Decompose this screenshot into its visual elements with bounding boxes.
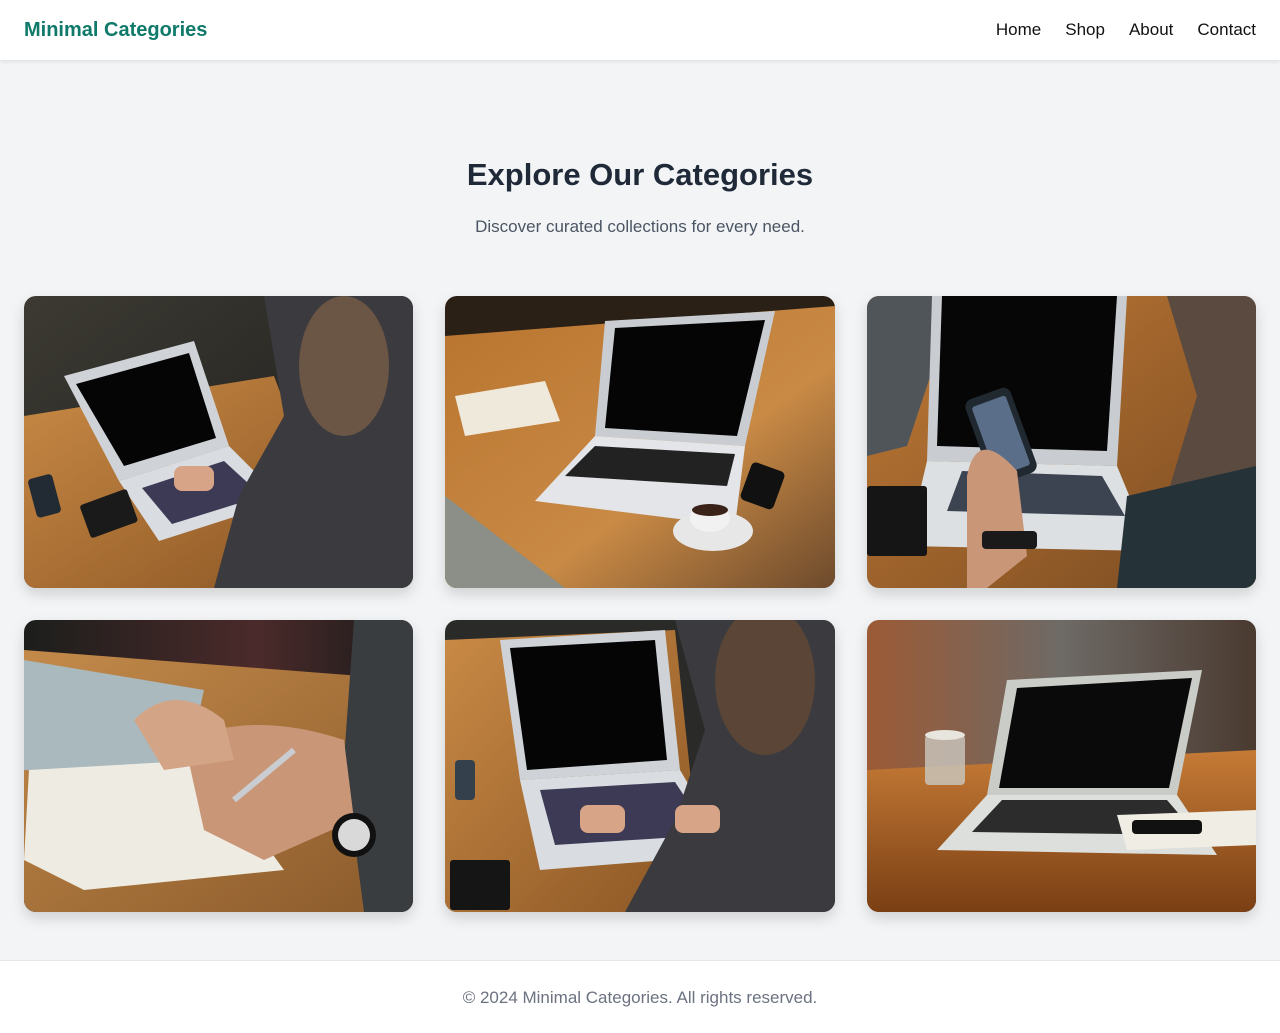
site-header: Minimal Categories Home Shop About Conta… <box>0 0 1280 60</box>
category-card-4[interactable] <box>24 620 413 912</box>
category-card-3[interactable] <box>867 296 1256 588</box>
category-card-5[interactable] <box>445 620 835 912</box>
category-image-5 <box>445 620 835 912</box>
nav-home[interactable]: Home <box>996 20 1041 40</box>
page-subtitle: Discover curated collections for every n… <box>475 217 805 236</box>
category-image-3 <box>867 296 1256 588</box>
category-image-6 <box>867 620 1256 912</box>
category-image-2 <box>445 296 835 588</box>
category-card-1[interactable] <box>24 296 413 588</box>
category-image-1 <box>24 296 413 588</box>
category-image-4 <box>24 620 413 912</box>
nav-contact[interactable]: Contact <box>1197 20 1256 40</box>
main-nav: Home Shop About Contact <box>996 20 1256 40</box>
page-title: Explore Our Categories <box>466 157 814 192</box>
brand-logo[interactable]: Minimal Categories <box>24 19 207 42</box>
nav-about[interactable]: About <box>1129 20 1173 40</box>
category-grid <box>24 296 1256 912</box>
hero-section: Explore Our Categories Discover curated … <box>0 60 1280 237</box>
nav-shop[interactable]: Shop <box>1065 20 1105 40</box>
site-footer: © 2024 Minimal Categories. All rights re… <box>0 960 1280 1033</box>
footer-copyright: © 2024 Minimal Categories. All rights re… <box>462 988 818 1007</box>
category-card-6[interactable] <box>867 620 1256 912</box>
category-card-2[interactable] <box>445 296 835 588</box>
